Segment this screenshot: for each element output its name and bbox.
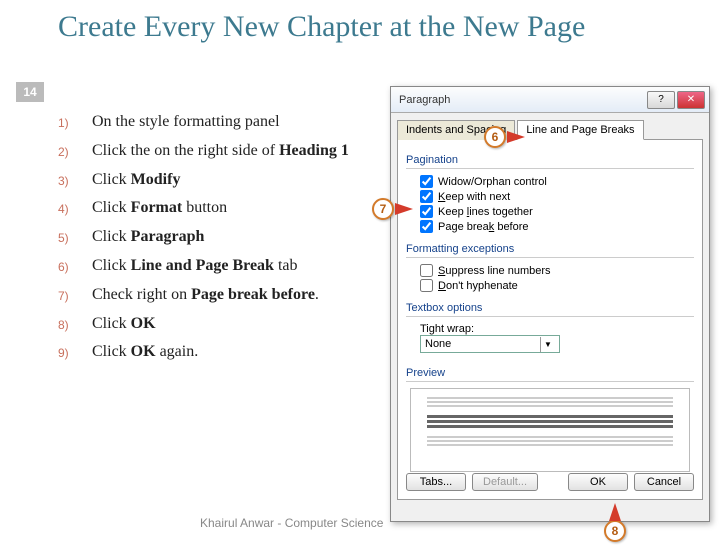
dropdown-value: None bbox=[425, 338, 451, 350]
ok-button[interactable]: OK bbox=[568, 473, 628, 491]
arrow-icon bbox=[507, 131, 525, 143]
step-text: Check right on Page break before. bbox=[92, 285, 383, 306]
checkbox-label: Page break before bbox=[438, 221, 529, 233]
checkbox-label: Keep lines together bbox=[438, 206, 533, 218]
check-suppress-line-numbers[interactable]: Suppress line numbers bbox=[420, 264, 694, 277]
checkbox-label: Widow/Orphan control bbox=[438, 176, 547, 188]
checkbox-input[interactable] bbox=[420, 279, 433, 292]
check-widow-orphan[interactable]: Widow/Orphan control bbox=[420, 175, 694, 188]
step-item: 6)Click Line and Page Break tab bbox=[58, 256, 383, 277]
preview-box bbox=[410, 388, 690, 472]
callout-6: 6 bbox=[484, 126, 506, 148]
step-item: 3)Click Modify bbox=[58, 170, 383, 191]
slide-title: Create Every New Chapter at the New Page bbox=[58, 10, 698, 45]
checkbox-input[interactable] bbox=[420, 190, 433, 203]
step-number: 9) bbox=[58, 342, 92, 360]
step-number: 8) bbox=[58, 314, 92, 332]
dialog-title: Paragraph bbox=[399, 94, 645, 106]
close-button[interactable]: ✕ bbox=[677, 91, 705, 109]
step-text: Click the on the right side of Heading 1 bbox=[92, 141, 383, 162]
step-text: Click OK again. bbox=[92, 342, 383, 363]
checkbox-label: Don't hyphenate bbox=[438, 280, 518, 292]
checkbox-input[interactable] bbox=[420, 175, 433, 188]
callout-7: 7 bbox=[372, 198, 394, 220]
cancel-button[interactable]: Cancel bbox=[634, 473, 694, 491]
slide-number-badge: 14 bbox=[16, 82, 44, 102]
arrow-icon bbox=[395, 203, 413, 215]
step-item: 8)Click OK bbox=[58, 314, 383, 335]
step-item: 2)Click the on the right side of Heading… bbox=[58, 141, 383, 162]
dialog-panel: Pagination Widow/Orphan control Keep wit… bbox=[397, 140, 703, 500]
tight-wrap-label: Tight wrap: bbox=[420, 323, 694, 335]
step-number: 5) bbox=[58, 227, 92, 245]
step-item: 1)On the style formatting panel bbox=[58, 112, 383, 133]
tab-line-page-breaks[interactable]: Line and Page Breaks bbox=[517, 120, 643, 140]
step-item: 5)Click Paragraph bbox=[58, 227, 383, 248]
step-number: 2) bbox=[58, 141, 92, 159]
checkbox-input[interactable] bbox=[420, 220, 433, 233]
callout-8: 8 bbox=[604, 520, 626, 542]
checkbox-label: Keep with next bbox=[438, 191, 510, 203]
step-number: 3) bbox=[58, 170, 92, 188]
checkbox-input[interactable] bbox=[420, 264, 433, 277]
step-text: Click Line and Page Break tab bbox=[92, 256, 383, 277]
group-formatting-exceptions: Formatting exceptions bbox=[406, 243, 694, 255]
group-textbox-options: Textbox options bbox=[406, 302, 694, 314]
group-pagination: Pagination bbox=[406, 154, 694, 166]
dialog-titlebar: Paragraph ? ✕ bbox=[391, 87, 709, 113]
step-text: Click Paragraph bbox=[92, 227, 383, 248]
step-number: 1) bbox=[58, 112, 92, 130]
paragraph-dialog: Paragraph ? ✕ Indents and Spacing Line a… bbox=[390, 86, 710, 522]
chevron-down-icon: ▼ bbox=[540, 337, 555, 352]
check-keep-with-next[interactable]: Keep with next bbox=[420, 190, 694, 203]
step-number: 6) bbox=[58, 256, 92, 274]
help-button[interactable]: ? bbox=[647, 91, 675, 109]
step-text: Click Modify bbox=[92, 170, 383, 191]
step-text: On the style formatting panel bbox=[92, 112, 383, 133]
tab-label: Line and Page Breaks bbox=[526, 124, 634, 136]
step-number: 4) bbox=[58, 198, 92, 216]
check-page-break-before[interactable]: Page break before bbox=[420, 220, 694, 233]
steps-list: 1)On the style formatting panel2)Click t… bbox=[58, 112, 383, 371]
checkbox-input[interactable] bbox=[420, 205, 433, 218]
step-text: Click OK bbox=[92, 314, 383, 335]
dialog-button-row: Tabs... Default... OK Cancel bbox=[406, 473, 694, 491]
step-number: 7) bbox=[58, 285, 92, 303]
step-text: Click Format button bbox=[92, 198, 383, 219]
tabs-button[interactable]: Tabs... bbox=[406, 473, 466, 491]
group-preview: Preview bbox=[406, 367, 694, 379]
footer-text: Khairul Anwar - Computer Science bbox=[200, 516, 383, 530]
checkbox-label: Suppress line numbers bbox=[438, 265, 551, 277]
step-item: 7)Check right on Page break before. bbox=[58, 285, 383, 306]
step-item: 4)Click Format button bbox=[58, 198, 383, 219]
default-button[interactable]: Default... bbox=[472, 473, 538, 491]
dialog-tabs: Indents and Spacing Line and Page Breaks bbox=[397, 119, 703, 140]
arrow-icon bbox=[609, 503, 621, 521]
check-keep-lines-together[interactable]: Keep lines together bbox=[420, 205, 694, 218]
step-item: 9)Click OK again. bbox=[58, 342, 383, 363]
tight-wrap-dropdown[interactable]: None ▼ bbox=[420, 335, 560, 353]
check-dont-hyphenate[interactable]: Don't hyphenate bbox=[420, 279, 694, 292]
